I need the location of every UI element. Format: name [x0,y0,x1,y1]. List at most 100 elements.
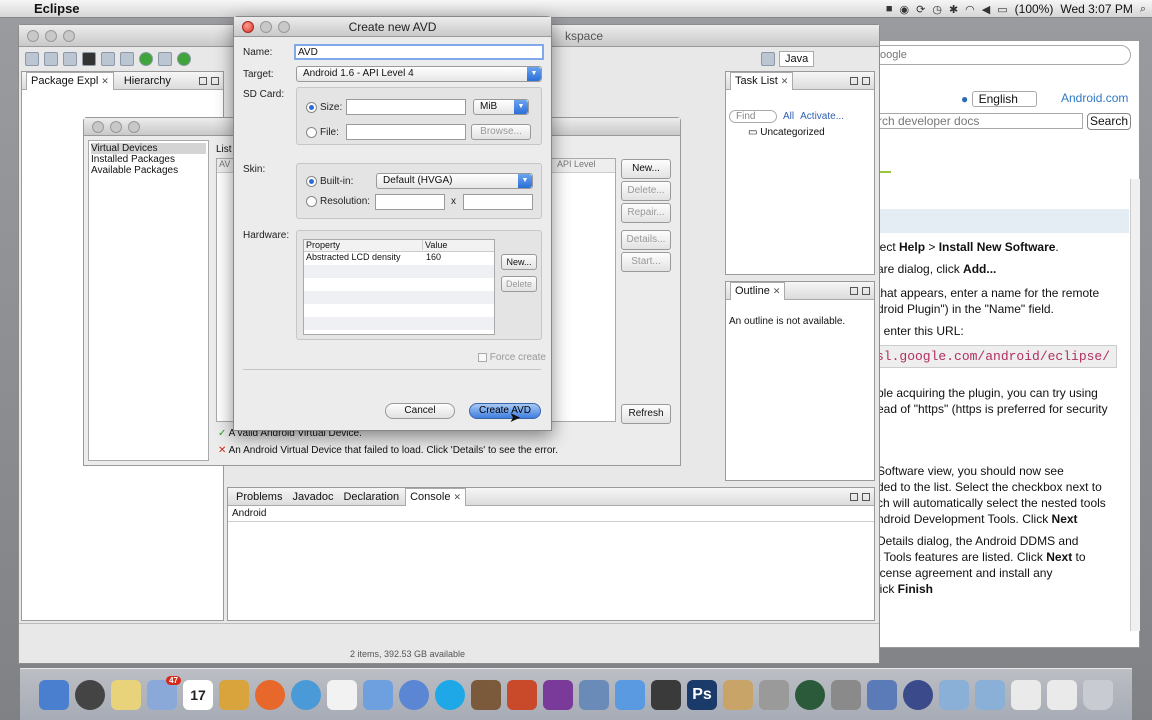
spotlight-icon[interactable]: ⌕ [1140,3,1146,16]
tab-package-explorer[interactable]: Package Expl ✕ [26,71,114,90]
preview-icon[interactable] [579,679,609,710]
presentation-icon[interactable] [507,679,537,710]
wifi-icon[interactable]: ◠ [965,3,975,16]
builtin-select[interactable]: Default (HVGA) ▼ [376,173,533,189]
close-icon[interactable] [92,121,104,133]
col-api-level[interactable]: API Level [557,159,596,169]
avd-repair-button[interactable]: Repair... [621,203,671,223]
debug-icon[interactable] [158,52,172,66]
tab-problems[interactable]: Problems [232,488,286,506]
maximize-icon[interactable] [862,286,870,295]
tab-declaration[interactable]: Declaration [339,488,403,506]
maximize-icon[interactable] [211,76,219,85]
close-icon[interactable]: ✕ [781,76,789,87]
resolution-height-input[interactable] [463,194,533,210]
run-icon[interactable] [139,52,153,66]
imovie-icon[interactable] [543,679,573,710]
avd-refresh-button[interactable]: Refresh [621,404,671,424]
bluetooth-icon[interactable]: ✱ [949,3,958,16]
builtin-radio[interactable] [306,176,317,187]
android-sdk-icon[interactable] [82,52,96,66]
document-icon[interactable] [1011,679,1041,710]
close-icon[interactable]: ✕ [453,492,461,503]
size-unit-select[interactable]: MiB ▼ [473,99,529,115]
android-link[interactable]: Android.com [1061,91,1128,105]
nav-virtual-devices[interactable]: Virtual Devices [91,143,206,154]
resolution-radio[interactable] [306,196,317,207]
search-button[interactable]: Search [1087,113,1131,130]
iphoto-icon[interactable] [471,679,501,710]
dashboard-icon[interactable] [75,679,105,710]
tab-hierarchy[interactable]: Hierarchy [120,72,175,90]
col-avd[interactable]: AV [219,159,230,169]
zoom-icon[interactable] [63,30,75,42]
print-icon[interactable] [63,52,77,66]
app-menu[interactable]: Eclipse [34,1,80,16]
finder-icon[interactable] [39,679,69,710]
task-filter-all[interactable]: All [783,111,794,122]
battery-icon[interactable]: ▭ [997,3,1007,16]
size-radio[interactable] [306,102,317,113]
size-input[interactable] [346,99,466,115]
camera-icon[interactable]: ■ [886,3,893,15]
maximize-icon[interactable] [862,492,870,501]
stickies-icon[interactable] [111,679,141,710]
uncategorized-item[interactable]: Uncategorized [760,127,824,138]
system-preferences-icon[interactable] [831,679,861,710]
applications-folder-icon[interactable] [939,679,969,710]
time-machine-dock-icon[interactable] [795,679,825,710]
table-row[interactable]: Abstracted LCD density 160 [304,252,494,265]
browser-scrollbar[interactable] [1131,179,1140,631]
tab-console[interactable]: Console ✕ [405,487,466,506]
force-create-checkbox[interactable]: Force create [478,352,546,363]
tab-javadoc[interactable]: Javadoc [288,488,337,506]
docs-search-input[interactable]: rch developer docs [877,113,1083,129]
file-radio[interactable] [306,127,317,138]
minimize-icon[interactable] [199,76,207,85]
language-select[interactable]: ● English [961,91,1037,107]
name-field[interactable]: AVD [294,44,544,60]
downloads-stack-icon[interactable] [1047,679,1077,710]
save-icon[interactable] [44,52,58,66]
mail-stamp-icon[interactable] [363,679,393,710]
hardware-new-button[interactable]: New... [501,254,537,270]
ical-icon[interactable]: 17 [183,679,213,710]
photo-booth-icon[interactable] [651,679,681,710]
skype-icon[interactable]: ◉ [900,3,910,16]
transmit-icon[interactable] [723,679,753,710]
clock[interactable]: Wed 3:07 PM [1060,2,1132,16]
resolution-width-input[interactable] [375,194,445,210]
run-green-icon[interactable] [177,52,191,66]
mail-icon[interactable]: 47 [147,675,181,710]
instruments-icon[interactable] [759,679,789,710]
itunes-icon[interactable] [615,679,645,710]
create-avd-button[interactable]: Create AVD [469,403,541,419]
tab-task-list[interactable]: Task List ✕ [730,71,794,90]
minimize-icon[interactable] [850,76,858,85]
hardware-delete-button[interactable]: Delete [501,276,537,292]
photoshop-icon[interactable]: Ps [687,679,717,710]
firefox-icon[interactable] [255,679,285,710]
cancel-button[interactable]: Cancel [385,403,455,419]
minimize-icon[interactable] [45,30,57,42]
minimize-icon[interactable] [260,21,272,33]
close-icon[interactable] [27,30,39,42]
nav-available-packages[interactable]: Available Packages [91,165,206,176]
open-perspective-icon[interactable] [761,52,775,66]
task-activate-link[interactable]: Activate... [800,111,844,122]
tab-outline[interactable]: Outline ✕ [730,281,786,300]
minimize-icon[interactable] [110,121,122,133]
java-perspective-button[interactable]: Java [779,51,815,67]
avd-delete-button[interactable]: Delete... [621,181,671,201]
close-icon[interactable] [242,21,254,33]
ichat-icon[interactable] [399,679,429,710]
new-icon[interactable] [25,52,39,66]
nav-installed-packages[interactable]: Installed Packages [91,154,206,165]
new-package-icon[interactable] [120,52,134,66]
google-docs-icon[interactable] [327,679,357,710]
minimize-icon[interactable] [850,286,858,295]
minimize-icon[interactable] [850,492,858,501]
file-input[interactable] [346,124,466,140]
target-select[interactable]: Android 1.6 - API Level 4 ▼ [296,66,542,82]
address-book-icon[interactable] [219,679,249,710]
